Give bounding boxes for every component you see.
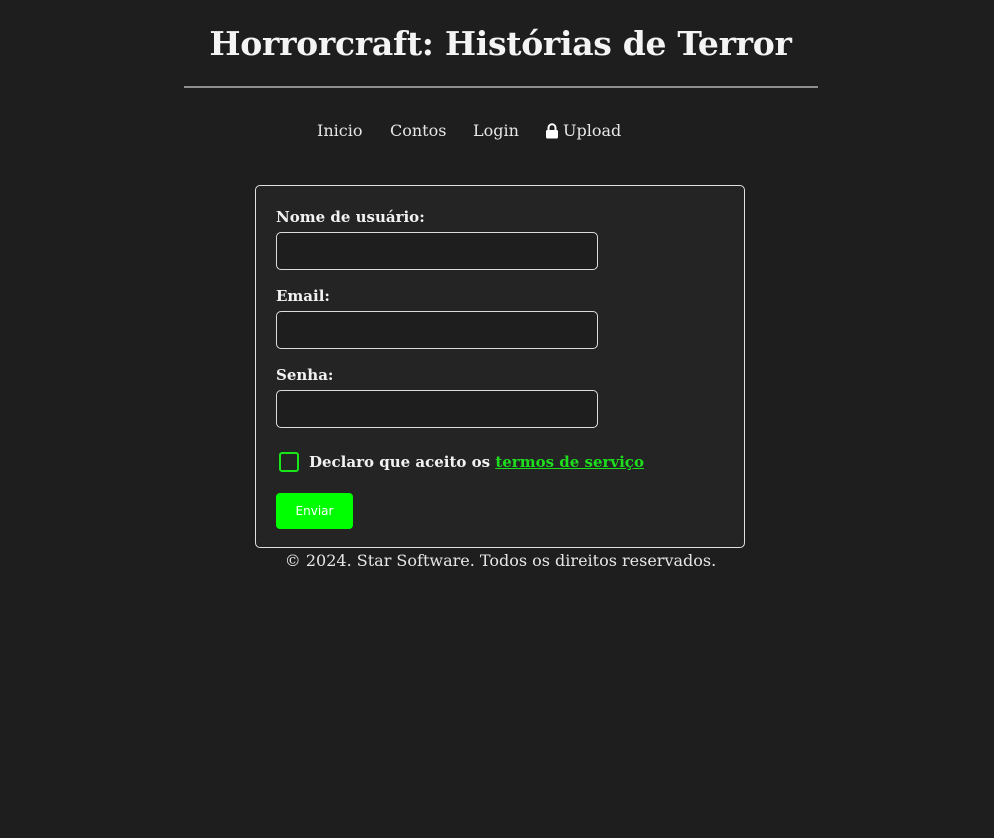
main-nav: Inicio Contos Login Upload (0, 120, 994, 142)
terms-row: Declaro que aceito os termos de serviço (279, 452, 644, 472)
nav-link-contos[interactable]: Contos (390, 120, 446, 142)
footer-copyright: © 2024. Star Software. Todos os direitos… (284, 551, 717, 570)
terms-text-label: Declaro que aceito os (309, 453, 491, 471)
title-divider (184, 86, 818, 88)
terms-checkbox[interactable] (279, 452, 299, 472)
email-label: Email: (276, 287, 330, 305)
nav-link-upload[interactable]: Upload (545, 120, 621, 142)
username-input[interactable] (276, 232, 598, 270)
nav-link-upload-label: Upload (563, 121, 622, 140)
nav-link-login[interactable]: Login (473, 120, 519, 142)
terms-text: Declaro que aceito os termos de serviço (309, 452, 644, 472)
terms-of-service-link[interactable]: termos de serviço (495, 453, 644, 471)
password-input[interactable] (276, 390, 598, 428)
submit-button[interactable]: Enviar (276, 493, 353, 529)
username-label: Nome de usuário: (276, 208, 425, 226)
email-input[interactable] (276, 311, 598, 349)
nav-link-inicio[interactable]: Inicio (317, 120, 362, 142)
page: Horrorcraft: Histórias de Terror Inicio … (0, 0, 994, 838)
registration-form: Nome de usuário: Email: Senha: Declaro q… (255, 185, 745, 548)
site-title: Horrorcraft: Histórias de Terror (209, 24, 792, 63)
password-label: Senha: (276, 366, 334, 384)
lock-icon (546, 123, 558, 139)
